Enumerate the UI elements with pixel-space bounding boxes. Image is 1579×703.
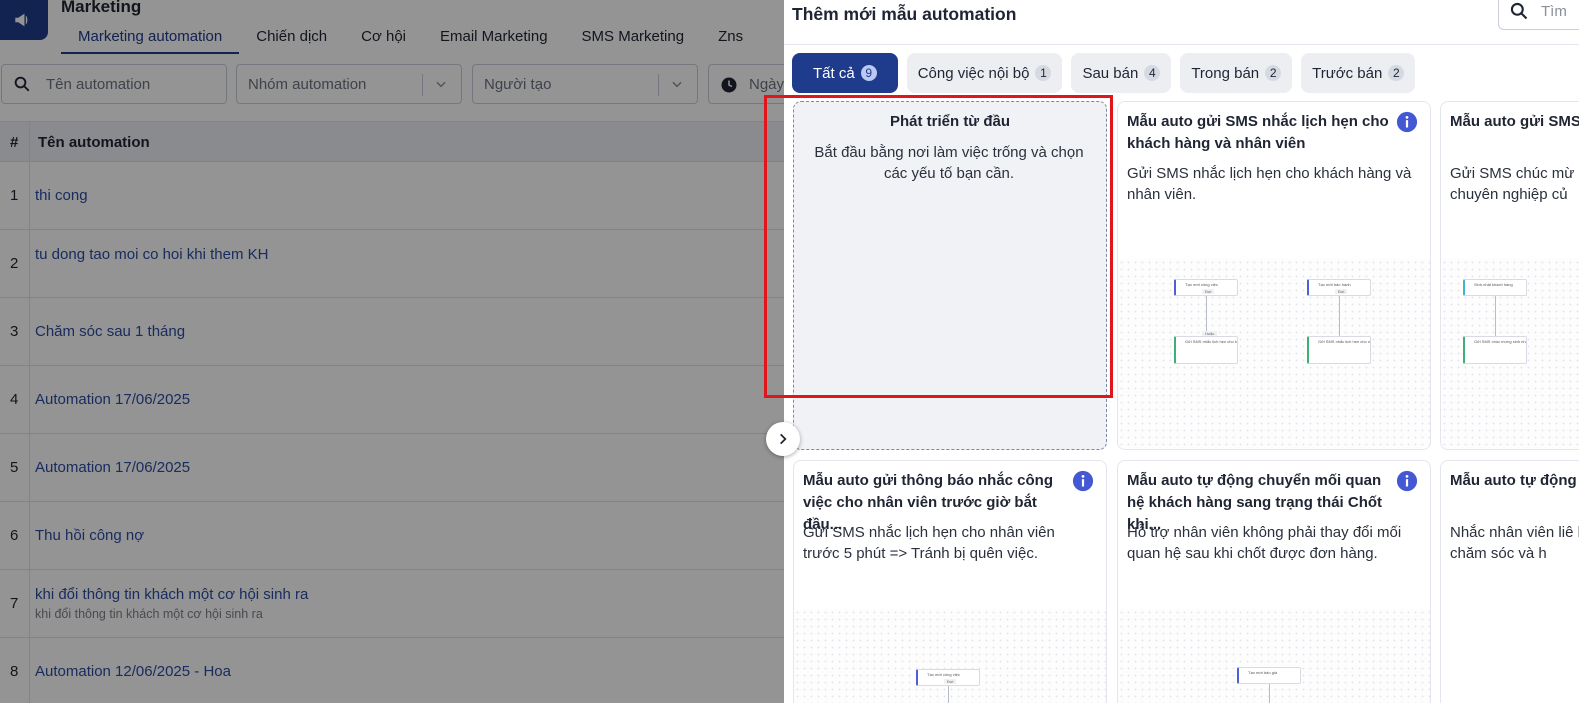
info-icon[interactable]	[1396, 470, 1418, 492]
workflow-node: Gửi SMS chúc mừng sinh nhật khách hàng	[1463, 336, 1527, 364]
workflow-tag: Đợi	[944, 679, 957, 684]
workflow-node: Sinh nhật khách hàng	[1463, 279, 1527, 296]
category-label: Công việc nội bộ	[917, 64, 1030, 82]
category-count-badge: 2	[1388, 65, 1405, 81]
workflow-tag: Đợi	[1335, 289, 1348, 294]
category-tab-pre-sale[interactable]: Trước bán 2	[1301, 53, 1416, 93]
info-icon[interactable]	[1396, 111, 1418, 133]
category-tab-after-sale[interactable]: Sau bán 4	[1071, 53, 1172, 93]
workflow-preview: Sinh nhật khách hàng Gửi SMS chúc mừng s…	[1441, 259, 1579, 449]
template-card-description: Gửi SMS nhắc lịch hẹn cho nhân viên trướ…	[803, 524, 1055, 562]
drawer-title: Thêm mới mẫu automation	[792, 4, 1017, 24]
template-card-title: Mẫu auto gửi SMS nhắc lịch hẹn cho khách…	[1127, 113, 1389, 152]
template-card-title: Phát triển từ đầu	[889, 113, 1011, 130]
category-tab-during-sale[interactable]: Trong bán 2	[1180, 53, 1293, 93]
divider	[784, 44, 1579, 45]
modal-backdrop[interactable]	[0, 0, 784, 703]
workflow-preview: Tạo mới công việc Đợi	[794, 609, 1106, 703]
category-label: Trong bán	[1191, 64, 1260, 82]
category-tabs: Tất cả 9 Công việc nội bộ 1 Sau bán 4 Tr…	[792, 53, 1416, 93]
template-card[interactable]: Mẫu auto tự động nhân viên với các Nhắc …	[1440, 460, 1579, 703]
category-count-badge: 4	[1144, 65, 1161, 81]
category-label: Sau bán	[1082, 64, 1139, 82]
info-icon[interactable]	[1072, 470, 1094, 492]
template-card-title: Mẫu auto gửi SMS nhật Khách hàng	[1450, 113, 1579, 130]
template-card-description: Nhắc nhân viên liê hàng như đại lý, C để…	[1450, 524, 1579, 562]
workflow-tag: Đợi	[1202, 289, 1215, 294]
template-card[interactable]: Mẫu auto gửi SMS nhắc lịch hẹn cho khách…	[1117, 101, 1431, 450]
workflow-node: Tạo mới báo giá	[1237, 667, 1301, 684]
template-card-description: Hỗ trợ nhân viên không phải thay đổi mối…	[1127, 524, 1402, 562]
workflow-preview: Tạo mới công việc Đợi Gửi SMS nhắc lịch …	[1118, 259, 1430, 449]
category-tab-internal[interactable]: Công việc nội bộ 1	[906, 53, 1063, 93]
workflow-tag: Hoặc	[1202, 331, 1218, 336]
template-search[interactable]	[1498, 0, 1579, 30]
template-search-input[interactable]	[1541, 2, 1579, 20]
category-tab-all[interactable]: Tất cả 9	[792, 53, 898, 93]
category-label: Tất cả	[813, 64, 855, 82]
template-card[interactable]: Mẫu auto tự động chuyển mối quan hệ khác…	[1117, 460, 1431, 703]
category-count-badge: 1	[1035, 65, 1052, 81]
workflow-node: Gửi SMS nhắc lịch hẹn cho nhân viên trướ…	[1307, 336, 1371, 364]
workflow-preview: Tạo mới báo giá	[1118, 609, 1430, 703]
chevron-right-icon	[780, 433, 787, 445]
template-card[interactable]: Mẫu auto gửi SMS nhật Khách hàng Gửi SMS…	[1440, 101, 1579, 450]
template-card[interactable]: Mẫu auto gửi thông báo nhắc công việc ch…	[793, 460, 1107, 703]
template-card-description: Bắt đầu bằng nơi làm việc trống và chọn …	[814, 144, 1084, 182]
category-count-badge: 2	[1265, 65, 1282, 81]
template-card-title: Mẫu auto tự động nhân viên với các	[1450, 472, 1579, 489]
category-label: Trước bán	[1312, 64, 1383, 82]
search-icon	[1510, 2, 1528, 20]
template-drawer: Thêm mới mẫu automation Tất cả 9 Công vi…	[784, 0, 1579, 703]
template-card-blank[interactable]: Phát triển từ đầu Bắt đầu bằng nơi làm v…	[793, 101, 1107, 450]
workflow-node: Gửi SMS nhắc lịch hẹn cho khách hàng trư…	[1174, 336, 1238, 364]
template-card-description: Gửi SMS nhắc lịch hẹn cho khách hàng và …	[1127, 165, 1412, 203]
collapse-drawer-button[interactable]	[766, 422, 800, 456]
template-card-description: Gửi SMS chúc mừ nhân viên => Tăng chuyên…	[1450, 165, 1579, 203]
category-count-badge: 9	[860, 65, 877, 81]
